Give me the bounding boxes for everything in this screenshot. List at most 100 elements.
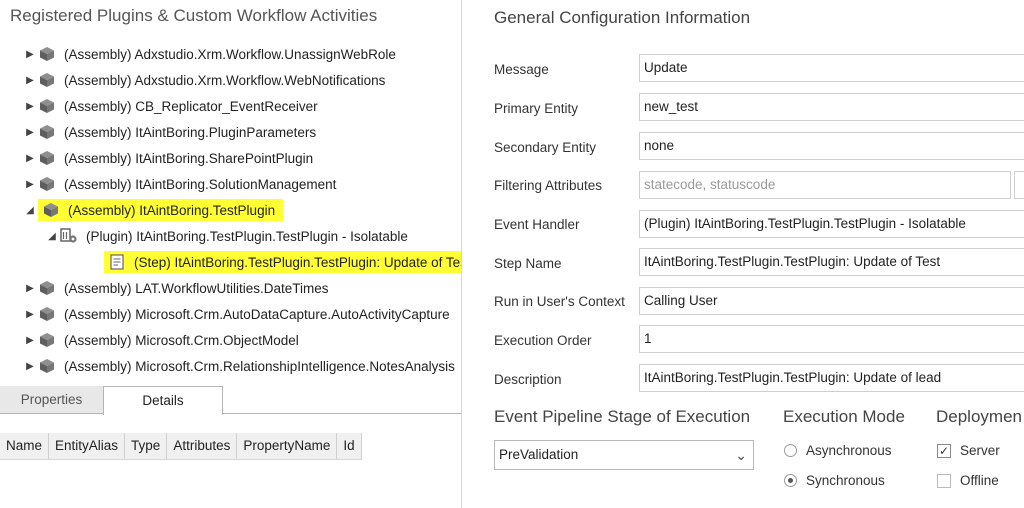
checkbox-checked-icon: ✓: [937, 443, 951, 458]
tree-node[interactable]: ◢ (Plugin) ItAintBoring.TestPlugin.TestPl…: [44, 224, 410, 248]
assembly-icon: [38, 45, 56, 63]
tree-node-label: (Assembly) Microsoft.Crm.RelationshipInt…: [64, 358, 455, 374]
tree-node[interactable]: ◢ (Assembly) ItAintBoring.TestPlugin: [22, 198, 284, 222]
description-label: Description: [494, 372, 562, 387]
tree-node[interactable]: ▶ (Assembly) Adxstudio.Xrm.Workflow.Unass…: [22, 42, 398, 66]
tree-node[interactable]: ▶ (Assembly) ItAintBoring.PluginParameter…: [22, 120, 318, 144]
column-header-id[interactable]: Id: [337, 433, 362, 459]
tree-node[interactable]: (Step) ItAintBoring.TestPlugin.TestPlugi…: [88, 250, 461, 274]
primary-entity-label: Primary Entity: [494, 101, 579, 116]
collapse-arrow-icon[interactable]: ◢: [44, 231, 60, 242]
config-panel: General Configuration Information Messag…: [462, 0, 1024, 508]
event-handler-field[interactable]: (Plugin) ItAintBoring.TestPlugin.TestPlu…: [639, 210, 1024, 238]
radio-synchronous-label: Synchronous: [806, 473, 885, 488]
tree-node-label: (Assembly) CB_Replicator_EventReceiver: [64, 98, 318, 114]
expand-arrow-icon[interactable]: ▶: [22, 179, 38, 190]
tab-details[interactable]: Details: [103, 386, 223, 415]
expand-arrow-icon[interactable]: ▶: [22, 49, 38, 60]
secondary-entity-label: Secondary Entity: [494, 140, 597, 155]
radio-asynchronous-label: Asynchronous: [806, 443, 892, 458]
tree-node-label: (Assembly) Adxstudio.Xrm.Workflow.Unassi…: [64, 46, 396, 62]
filtering-attributes-label: Filtering Attributes: [494, 178, 603, 193]
collapse-arrow-icon[interactable]: ◢: [22, 205, 38, 216]
column-header-propertyname[interactable]: PropertyName: [237, 433, 338, 459]
assembly-icon: [38, 123, 56, 141]
config-section-title: General Configuration Information: [494, 8, 751, 27]
message-field[interactable]: Update: [639, 54, 1024, 82]
tree-node-label: (Assembly) Adxstudio.Xrm.Workflow.WebNot…: [64, 72, 386, 88]
radio-button-icon: [784, 444, 797, 457]
tree-node[interactable]: ▶ (Assembly) Microsoft.Crm.AutoDataCaptur…: [22, 302, 452, 326]
detail-tabs: Properties Details: [0, 386, 461, 415]
tree-node[interactable]: ▶ (Assembly) Adxstudio.Xrm.Workflow.WebNo…: [22, 68, 387, 92]
radio-button-selected-icon: [784, 474, 797, 487]
execution-order-field[interactable]: 1: [639, 325, 1024, 353]
chevron-down-icon: ⌄: [735, 447, 747, 463]
column-header-entityalias[interactable]: EntityAlias: [49, 433, 126, 459]
column-header-name[interactable]: Name: [0, 433, 50, 459]
assembly-icon: [38, 279, 56, 297]
expand-arrow-icon[interactable]: ▶: [22, 127, 38, 138]
tree-node-label: (Assembly) ItAintBoring.SharePointPlugin: [64, 150, 314, 166]
execution-order-label: Execution Order: [494, 333, 592, 348]
description-field[interactable]: ItAintBoring.TestPlugin.TestPlugin: Upda…: [639, 364, 1024, 392]
tree-node-label: (Assembly) Microsoft.Crm.ObjectModel: [64, 332, 299, 348]
tree-node[interactable]: ▶ (Assembly) CB_Replicator_EventReceiver: [22, 94, 320, 118]
column-header-type[interactable]: Type: [125, 433, 168, 459]
secondary-entity-field[interactable]: none: [639, 132, 1024, 160]
tree-node-label: (Assembly) LAT.WorkflowUtilities.DateTim…: [64, 280, 329, 296]
expand-arrow-icon[interactable]: ▶: [22, 153, 38, 164]
checkbox-offline[interactable]: Offline: [937, 473, 999, 488]
expand-arrow-icon[interactable]: ▶: [22, 361, 38, 372]
plugin-tree-panel: Registered Plugins & Custom Workflow Act…: [0, 0, 461, 508]
pipeline-stage-value: PreValidation: [499, 447, 579, 462]
expand-arrow-icon[interactable]: ▶: [22, 101, 38, 112]
tree-node-label: (Assembly) Microsoft.Crm.AutoDataCapture…: [64, 306, 450, 322]
assembly-icon: [38, 97, 56, 115]
primary-entity-field[interactable]: new_test: [639, 93, 1024, 121]
step-name-field[interactable]: ItAintBoring.TestPlugin.TestPlugin: Upda…: [639, 248, 1024, 276]
step-icon: [108, 253, 126, 271]
filtering-attributes-picker-button[interactable]: [1014, 171, 1024, 199]
checkbox-unchecked-icon: [937, 473, 951, 488]
run-context-field[interactable]: Calling User: [639, 287, 1024, 315]
tree-node-label: (Plugin) ItAintBoring.TestPlugin.TestPlu…: [86, 228, 408, 244]
assembly-icon: [42, 201, 60, 219]
step-name-label: Step Name: [494, 256, 562, 271]
expand-arrow-icon[interactable]: ▶: [22, 335, 38, 346]
tree-node-label: (Assembly) ItAintBoring.TestPlugin: [68, 202, 276, 218]
radio-synchronous[interactable]: Synchronous: [784, 473, 885, 488]
tree-node-label: (Assembly) ItAintBoring.SolutionManageme…: [64, 176, 337, 192]
expand-arrow-icon[interactable]: ▶: [22, 75, 38, 86]
expand-arrow-icon[interactable]: ▶: [22, 283, 38, 294]
assembly-icon: [38, 305, 56, 323]
tree-node-label: (Step) ItAintBoring.TestPlugin.TestPlugi…: [134, 254, 461, 270]
event-handler-label: Event Handler: [494, 217, 580, 232]
assembly-icon: [38, 149, 56, 167]
column-header-attributes[interactable]: Attributes: [167, 433, 238, 459]
tree-node-label: (Assembly) ItAintBoring.PluginParameters: [64, 124, 317, 140]
pipeline-stage-select[interactable]: PreValidation ⌄: [494, 440, 754, 470]
plugin-icon: [60, 227, 78, 245]
assembly-icon: [38, 71, 56, 89]
details-grid-header: Name EntityAlias Type Attributes Propert…: [0, 433, 362, 460]
deployment-title: Deploymen: [936, 407, 1022, 426]
assembly-icon: [38, 357, 56, 375]
radio-asynchronous[interactable]: Asynchronous: [784, 443, 892, 458]
tree-node[interactable]: ▶ (Assembly) Microsoft.Crm.RelationshipIn…: [22, 354, 457, 378]
expand-arrow-icon[interactable]: ▶: [22, 309, 38, 320]
tab-properties[interactable]: Properties: [0, 386, 104, 413]
tree-node[interactable]: ▶ (Assembly) LAT.WorkflowUtilities.DateTi…: [22, 276, 331, 300]
tree-node[interactable]: ▶ (Assembly) ItAintBoring.SharePointPlugi…: [22, 146, 315, 170]
plugin-tree: ▶ (Assembly) Adxstudio.Xrm.Workflow.Unass…: [0, 42, 461, 378]
filtering-attributes-field[interactable]: statecode, statuscode: [639, 171, 1011, 199]
run-context-label: Run in User's Context: [494, 294, 625, 309]
checkbox-server[interactable]: ✓ Server: [937, 443, 1000, 458]
checkbox-offline-label: Offline: [960, 473, 999, 488]
tree-node[interactable]: ▶ (Assembly) ItAintBoring.SolutionManagem…: [22, 172, 338, 196]
execution-mode-title: Execution Mode: [783, 407, 905, 426]
tree-node[interactable]: ▶ (Assembly) Microsoft.Crm.ObjectModel: [22, 328, 301, 352]
assembly-icon: [38, 175, 56, 193]
checkbox-server-label: Server: [960, 443, 1000, 458]
message-label: Message: [494, 62, 549, 77]
